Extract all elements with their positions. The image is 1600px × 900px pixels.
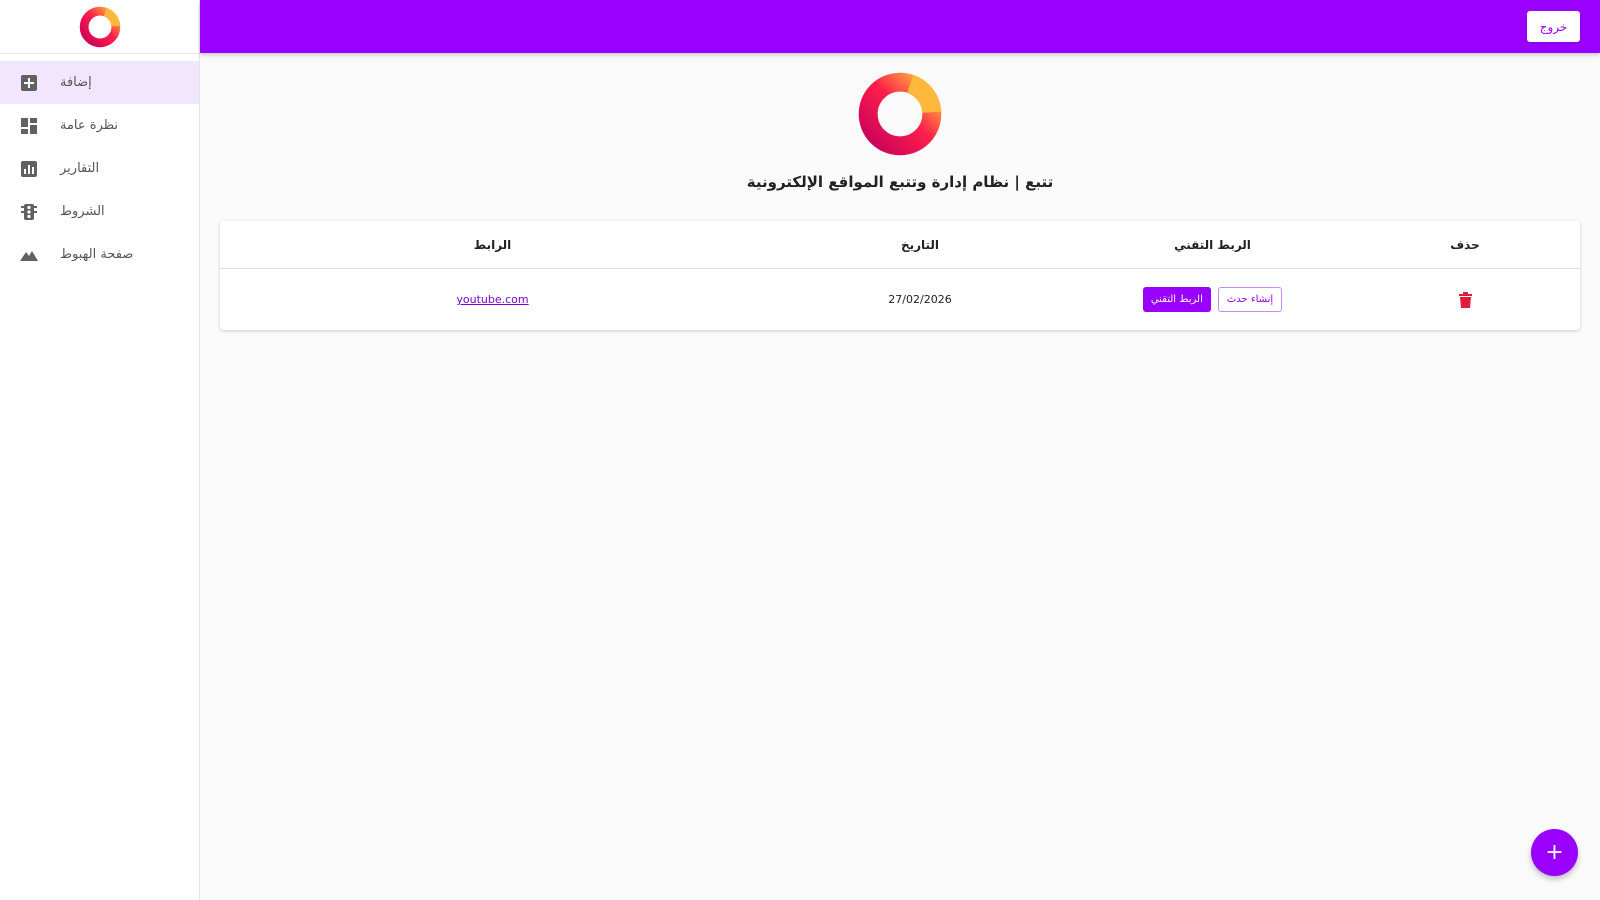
- main-content: تتبع | نظام إدارة وتتبع المواقع الإلكترو…: [200, 53, 1600, 900]
- column-header-link: الرابط: [473, 237, 512, 252]
- create-event-button[interactable]: إنشاء حدث: [1217, 287, 1283, 312]
- date-cell: 27/02/2026: [888, 293, 952, 306]
- traffic-light-icon: [20, 203, 38, 221]
- sidebar-item-conditions[interactable]: الشروط: [0, 190, 199, 233]
- tech-link-button[interactable]: الربط التقني: [1142, 287, 1211, 312]
- sidebar: إضافة نظرة عامة التقارير الشروط صفحة اله…: [0, 0, 200, 900]
- sites-table: الرابط التاريخ الربط التقني حذف youtube.…: [220, 221, 1580, 330]
- column-header-date: التاريخ: [900, 237, 940, 252]
- dashboard-icon: [20, 117, 38, 135]
- sidebar-nav: إضافة نظرة عامة التقارير الشروط صفحة اله…: [0, 61, 199, 276]
- site-link[interactable]: youtube.com: [456, 293, 528, 306]
- page-title: تتبع | نظام إدارة وتتبع المواقع الإلكترو…: [746, 173, 1054, 191]
- sidebar-item-add[interactable]: إضافة: [0, 61, 199, 104]
- table-row: youtube.com 27/02/2026 الربط التقني إنشا…: [220, 269, 1580, 330]
- sidebar-item-label: التقارير: [60, 161, 100, 176]
- sidebar-item-label: صفحة الهبوط: [60, 247, 134, 262]
- landscape-icon: [20, 246, 38, 264]
- add-box-icon: [20, 74, 38, 92]
- column-header-delete: حذف: [1450, 237, 1480, 252]
- table-header-row: الرابط التاريخ الربط التقني حذف: [220, 221, 1580, 269]
- sidebar-item-overview[interactable]: نظرة عامة: [0, 104, 199, 147]
- brand-ring-logo: [858, 72, 942, 156]
- sidebar-logo[interactable]: [0, 0, 199, 54]
- sidebar-item-label: إضافة: [60, 75, 92, 90]
- delete-cell: [1350, 269, 1580, 330]
- sidebar-item-label: الشروط: [60, 204, 105, 219]
- add-fab-button[interactable]: +: [1531, 829, 1578, 876]
- sidebar-item-landing-page[interactable]: صفحة الهبوط: [0, 233, 199, 276]
- sidebar-item-label: نظرة عامة: [60, 118, 119, 133]
- tech-link-cell: الربط التقني إنشاء حدث: [1075, 269, 1350, 330]
- link-cell: youtube.com: [220, 269, 765, 330]
- tech-button-group: الربط التقني إنشاء حدث: [1142, 287, 1283, 312]
- trash-icon[interactable]: [1458, 291, 1472, 308]
- bar-chart-icon: [20, 160, 38, 178]
- brand-ring-logo: [79, 6, 120, 47]
- sidebar-item-reports[interactable]: التقارير: [0, 147, 199, 190]
- column-header-tech-link: الربط التقني: [1174, 237, 1251, 252]
- top-bar: خروج: [200, 0, 1600, 53]
- logout-button[interactable]: خروج: [1527, 11, 1580, 42]
